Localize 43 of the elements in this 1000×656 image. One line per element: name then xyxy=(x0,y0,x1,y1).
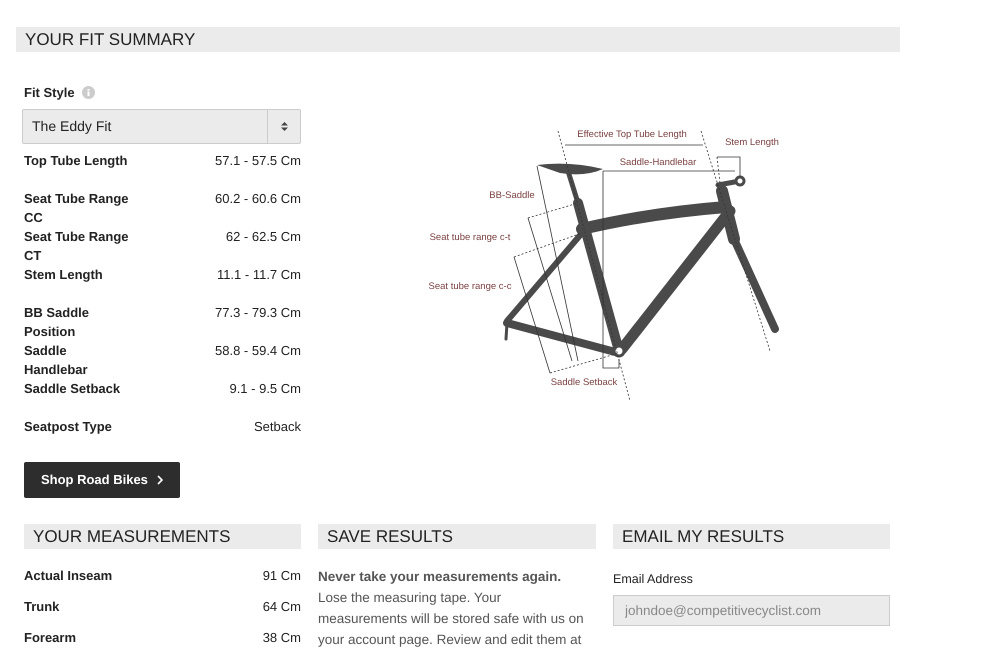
email-input-field[interactable]: johndoe@competitivecyclist.com xyxy=(613,595,890,626)
measurement-value: 91 Cm xyxy=(262,566,301,584)
section-header: EMAIL MY RESULTS xyxy=(613,524,890,548)
fit-value: 77.3 - 79.3 Cm xyxy=(215,304,301,322)
field-label: Fit Style xyxy=(24,84,75,102)
fit-value: 11.1 - 11.7 Cm xyxy=(216,266,301,284)
measurement-value: 64 Cm xyxy=(262,598,301,616)
save-results-text: Lose the measuring tape. Your measurements will be stored safe with us on your account page. Review and edit them at xyxy=(318,588,585,649)
fit-label: Seatpost Type xyxy=(24,418,113,436)
measurement-value: 38 Cm xyxy=(262,628,301,646)
fit-label: Top Tube Length xyxy=(24,152,128,170)
diagram-label: Stem Length xyxy=(725,137,779,148)
measurement-label: Trunk xyxy=(24,598,60,616)
fit-value: Setback xyxy=(254,418,301,436)
fit-value: 57.1 - 57.5 Cm xyxy=(215,152,301,170)
info-icon[interactable] xyxy=(82,86,95,100)
fit-value: 9.1 - 9.5 Cm xyxy=(229,380,301,398)
measurement-label: Actual Inseam xyxy=(24,566,112,584)
fit-value: 62 - 62.5 Cm xyxy=(226,228,301,246)
fit-label: Seat Tube Range CC xyxy=(24,190,130,226)
section-header: YOUR MEASUREMENTS xyxy=(24,524,301,548)
diagram-label: Seat tube range c-c xyxy=(428,281,512,292)
fit-label: BB Saddle Position xyxy=(24,304,90,340)
diagram-label: Effective Top Tube Length xyxy=(577,129,687,140)
section-header: SAVE RESULTS xyxy=(318,524,596,548)
shop-road-bikes-button[interactable]: Shop Road Bikes xyxy=(24,462,180,498)
chevron-right-icon xyxy=(156,474,163,484)
measurement-label: Forearm xyxy=(24,628,76,646)
fit-label: Saddle Setback xyxy=(24,380,122,398)
fit-label: Seat Tube Range CT xyxy=(24,228,130,264)
fit-value: 58.8 - 59.4 Cm xyxy=(215,342,301,360)
fit-label: Saddle Handlebar xyxy=(24,342,89,378)
save-results-lead: Never take your measurements again. xyxy=(318,568,562,586)
section-header: YOUR FIT SUMMARY xyxy=(16,27,900,52)
field-label: Email Address xyxy=(613,570,694,588)
fit-style-select[interactable]: The Eddy Fit xyxy=(22,108,301,144)
fit-value: 60.2 - 60.6 Cm xyxy=(215,190,301,208)
diagram-label: BB-Saddle xyxy=(489,190,535,201)
diagram-label: Saddle-Handlebar xyxy=(620,157,696,168)
sort-arrows-icon xyxy=(280,122,288,130)
fit-label: Stem Length xyxy=(24,266,104,284)
diagram-label: Saddle Setback xyxy=(550,377,618,388)
diagram-label: Seat tube range c-t xyxy=(430,232,510,243)
